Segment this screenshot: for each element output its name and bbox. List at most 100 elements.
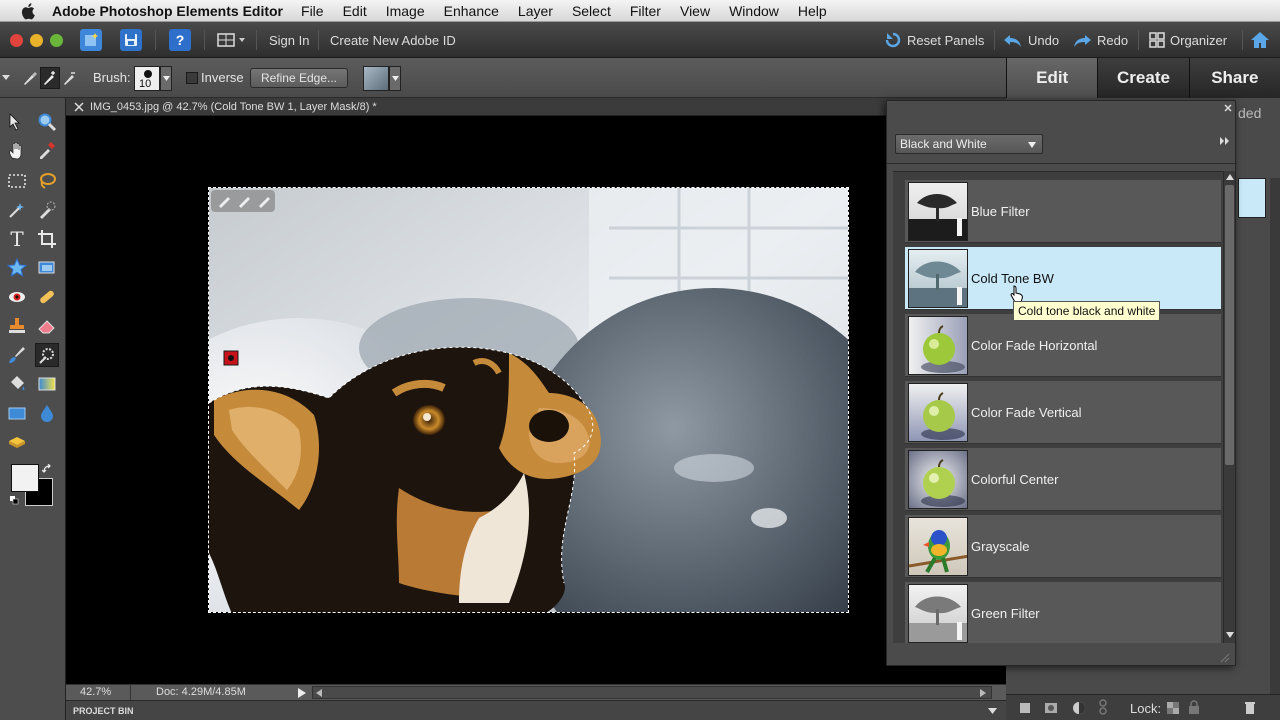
bandage-icon xyxy=(40,290,54,304)
effect-label: Grayscale xyxy=(971,538,1030,554)
marquee-tool[interactable] xyxy=(5,169,29,193)
sign-in-link[interactable]: Sign In xyxy=(269,27,309,53)
lasso-tool[interactable] xyxy=(35,169,59,193)
layout-icon xyxy=(217,33,245,47)
brush-picker[interactable]: 10 xyxy=(134,66,172,91)
blur-tool[interactable] xyxy=(35,401,59,425)
hand-tool[interactable] xyxy=(5,138,29,162)
save-button[interactable] xyxy=(120,27,142,53)
sponge-tool[interactable] xyxy=(5,430,29,454)
swap-colors-icon[interactable] xyxy=(42,464,52,474)
workspace-layout-button[interactable] xyxy=(217,27,247,53)
tab-share[interactable]: Share xyxy=(1188,58,1280,98)
refine-edge-button[interactable]: Refine Edge... xyxy=(250,68,348,88)
help-button[interactable]: ? xyxy=(169,27,191,53)
scroll-thumb[interactable] xyxy=(1225,185,1234,465)
options-menu-arrow-icon[interactable] xyxy=(2,73,10,81)
brush-new-selection-icon[interactable] xyxy=(20,67,40,89)
effect-grayscale[interactable]: Grayscale xyxy=(905,515,1221,578)
minimize-window-button[interactable] xyxy=(30,34,43,47)
effect-blue-filter[interactable]: Blue Filter xyxy=(905,180,1221,243)
effect-green-filter[interactable]: Green Filter xyxy=(905,582,1221,643)
home-button[interactable] xyxy=(1250,27,1270,53)
menu-layer[interactable]: Layer xyxy=(518,3,553,19)
tab-create[interactable]: Create xyxy=(1097,58,1189,98)
menu-file[interactable]: File xyxy=(301,3,324,19)
shape-tool[interactable] xyxy=(5,401,29,425)
menu-window[interactable]: Window xyxy=(729,3,779,19)
zoom-tool[interactable] xyxy=(35,110,59,134)
effect-color-fade-horizontal[interactable]: Color Fade Horizontal xyxy=(905,314,1221,377)
reset-panels-button[interactable]: Reset Panels xyxy=(884,27,984,53)
menu-enhance[interactable]: Enhance xyxy=(444,3,499,19)
lock-all-icon[interactable] xyxy=(1188,700,1200,715)
adjustment-layer-icon[interactable] xyxy=(1072,701,1086,715)
cookie-cutter-tool[interactable] xyxy=(5,256,29,280)
panel-resize-grip-icon[interactable] xyxy=(1220,653,1230,663)
panel-close-icon[interactable] xyxy=(1224,104,1232,112)
menu-help[interactable]: Help xyxy=(798,3,827,19)
lock-transparency-icon[interactable] xyxy=(1166,701,1180,715)
panel-menu-icon[interactable] xyxy=(1220,137,1230,145)
scroll-up-icon[interactable] xyxy=(1226,174,1234,180)
quick-selection-tool[interactable] xyxy=(35,198,59,222)
menu-select[interactable]: Select xyxy=(572,3,611,19)
overlay-dropdown-icon[interactable] xyxy=(389,66,401,91)
link-layers-icon[interactable] xyxy=(1098,699,1108,715)
tab-edit[interactable]: Edit xyxy=(1006,58,1098,98)
status-menu-arrow-icon[interactable] xyxy=(298,688,306,698)
effect-colorful-center[interactable]: Colorful Center xyxy=(905,448,1221,511)
clone-stamp-tool[interactable] xyxy=(5,314,29,338)
horizontal-scrollbar[interactable] xyxy=(312,686,992,699)
close-document-icon[interactable] xyxy=(74,101,84,112)
photo-canvas[interactable] xyxy=(208,187,849,613)
brush-add-selection-icon[interactable] xyxy=(40,67,60,89)
magic-wand-tool[interactable] xyxy=(5,198,29,222)
default-colors-icon[interactable] xyxy=(10,496,19,505)
eyedropper-tool[interactable] xyxy=(35,138,59,162)
partial-layer-thumb[interactable] xyxy=(1238,178,1266,218)
effects-category-select[interactable]: Black and White xyxy=(895,134,1043,154)
redo-button[interactable]: Redo xyxy=(1072,27,1128,53)
effect-color-fade-vertical[interactable]: Color Fade Vertical xyxy=(905,381,1221,444)
type-tool[interactable]: T xyxy=(5,227,29,251)
brush-subtract-selection-icon[interactable] xyxy=(60,67,80,89)
brush-tool[interactable] xyxy=(5,343,29,367)
project-bin-bar[interactable]: PROJECT BIN xyxy=(66,700,1006,720)
document-tab[interactable]: IMG_0453.jpg @ 42.7% (Cold Tone BW 1, La… xyxy=(66,98,1006,116)
eraser-tool[interactable] xyxy=(35,314,59,338)
straighten-tool[interactable] xyxy=(35,256,59,280)
trash-icon[interactable] xyxy=(1244,700,1256,715)
app-name[interactable]: Adobe Photoshop Elements Editor xyxy=(52,3,283,19)
healing-brush-tool[interactable] xyxy=(35,285,59,309)
new-layer-icon[interactable] xyxy=(1018,701,1032,715)
apple-icon[interactable] xyxy=(20,2,38,20)
layer-mask-icon[interactable] xyxy=(1044,701,1058,715)
close-window-button[interactable] xyxy=(10,34,23,47)
undo-button[interactable]: Undo xyxy=(1003,27,1059,53)
gradient-tool[interactable] xyxy=(35,372,59,396)
menu-image[interactable]: Image xyxy=(386,3,425,19)
scroll-left-icon[interactable] xyxy=(316,689,322,697)
brush-dropdown-icon[interactable] xyxy=(160,66,172,91)
scroll-right-icon[interactable] xyxy=(980,689,986,697)
menu-edit[interactable]: Edit xyxy=(343,3,367,19)
project-bin-collapse-icon[interactable] xyxy=(988,708,997,714)
move-tool[interactable] xyxy=(5,110,29,134)
inverse-checkbox[interactable] xyxy=(186,72,198,84)
layers-scrollbar[interactable] xyxy=(1270,178,1280,698)
effects-scrollbar[interactable] xyxy=(1223,171,1235,643)
create-adobe-id-link[interactable]: Create New Adobe ID xyxy=(330,27,456,53)
zoom-level[interactable]: 42.7% xyxy=(80,686,111,698)
overlay-preview-picker[interactable] xyxy=(363,66,401,91)
scroll-down-icon[interactable] xyxy=(1226,632,1234,638)
crop-tool[interactable] xyxy=(35,227,59,251)
red-eye-tool[interactable] xyxy=(5,285,29,309)
menu-filter[interactable]: Filter xyxy=(630,3,661,19)
smart-brush-tool[interactable] xyxy=(35,343,59,367)
paint-bucket-tool[interactable] xyxy=(5,372,29,396)
zoom-window-button[interactable] xyxy=(50,34,63,47)
new-file-button[interactable] xyxy=(80,27,102,53)
organizer-button[interactable]: Organizer xyxy=(1149,27,1227,53)
menu-view[interactable]: View xyxy=(680,3,710,19)
